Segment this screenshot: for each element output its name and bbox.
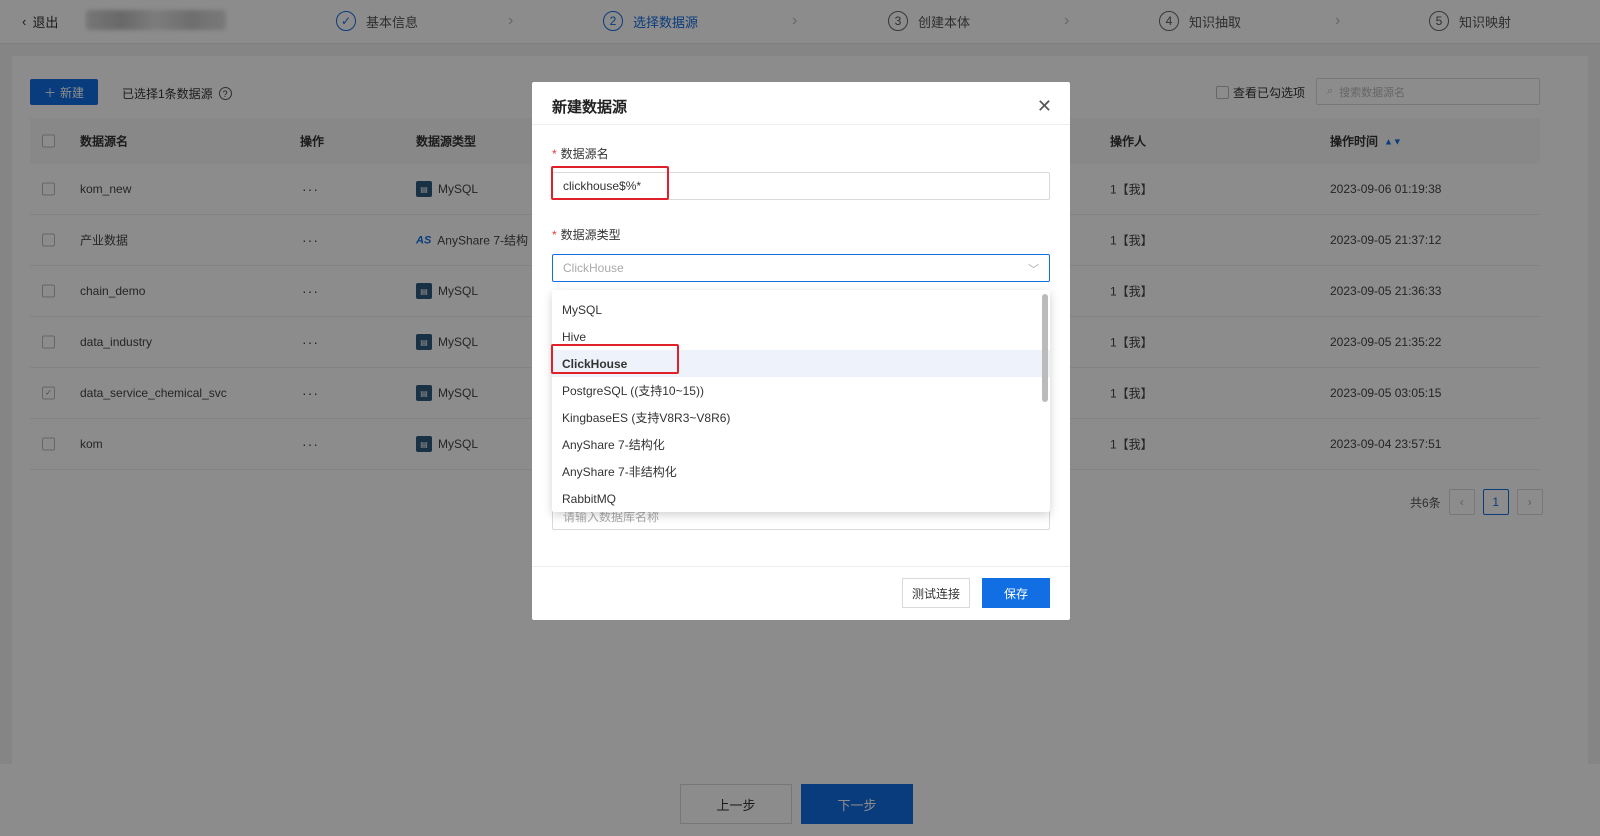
divider <box>532 124 1070 125</box>
dropdown-option[interactable]: RabbitMQ <box>552 485 1050 512</box>
type-placeholder: ClickHouse <box>563 261 624 275</box>
name-field-label: * 数据源名 <box>552 145 609 162</box>
highlight-box <box>551 344 679 374</box>
dropdown-option[interactable]: KingbaseES (支持V8R3~V8R6) <box>552 404 1050 431</box>
highlight-box <box>551 166 669 200</box>
chevron-down-icon: ﹀ <box>1028 264 1039 276</box>
datasource-type-select[interactable]: ClickHouse ﹀ <box>552 254 1050 282</box>
name-label-text: 数据源名 <box>560 147 609 161</box>
close-icon[interactable]: ✕ <box>1037 96 1052 117</box>
required-mark: * <box>552 147 557 161</box>
dropdown-scrollbar[interactable] <box>1042 294 1048 402</box>
dropdown-option[interactable]: MySQL <box>552 296 1050 323</box>
divider <box>532 566 1070 567</box>
dropdown-option[interactable]: AnyShare 7-非结构化 <box>552 458 1050 485</box>
type-field-label: * 数据源类型 <box>552 226 621 243</box>
test-connection-button[interactable]: 测试连接 <box>902 578 970 608</box>
type-dropdown: MySQL Hive ClickHouse PostgreSQL ((支持10~15)… <box>552 290 1050 512</box>
dropdown-option[interactable]: AnyShare 7-结构化 <box>552 431 1050 458</box>
save-button[interactable]: 保存 <box>982 578 1050 608</box>
required-mark: * <box>552 228 557 242</box>
new-datasource-modal: 新建数据源 ✕ * 数据源名 clickhouse$%* * 数据源类型 Click… <box>532 82 1070 620</box>
modal-title: 新建数据源 <box>552 99 628 116</box>
dropdown-option[interactable]: PostgreSQL ((支持10~15)) <box>552 377 1050 404</box>
type-label-text: 数据源类型 <box>560 228 621 242</box>
